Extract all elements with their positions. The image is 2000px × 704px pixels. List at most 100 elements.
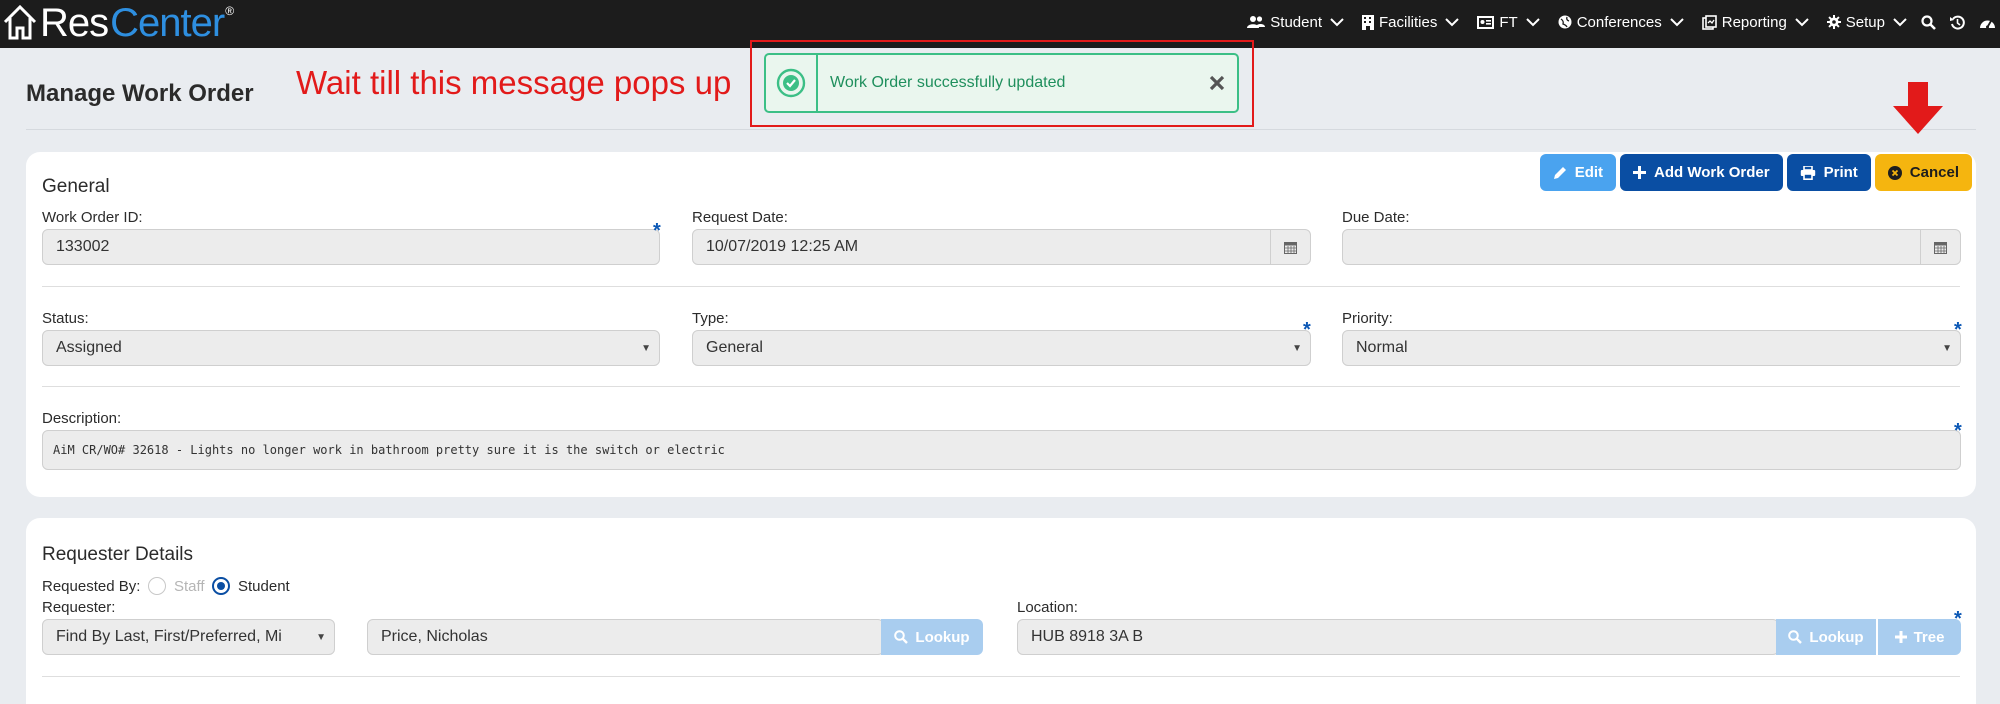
- search-icon: [1921, 14, 1936, 30]
- work-order-id-value: 133002: [56, 238, 110, 255]
- toast-close-button[interactable]: [1197, 75, 1237, 91]
- requester-name-value: Price, Nicholas: [381, 628, 488, 645]
- request-date-field[interactable]: 10/07/2019 12:25 AM: [692, 229, 1311, 265]
- add-work-order-button[interactable]: Add Work Order: [1620, 154, 1783, 191]
- rescenter-logo[interactable]: Res Center ®: [2, 2, 234, 44]
- add-work-order-label: Add Work Order: [1654, 164, 1770, 181]
- type-value: General: [706, 339, 763, 356]
- priority-label: Priority:: [1342, 310, 1393, 327]
- print-icon: [1800, 165, 1815, 180]
- requester-mode-select[interactable]: Find By Last, First/Preferred, Mi ▼: [42, 619, 335, 655]
- action-buttons: Edit Add Work Order Print Cancel: [1536, 154, 1972, 191]
- work-order-id-field[interactable]: 133002: [42, 229, 660, 265]
- plus-icon: [1894, 631, 1907, 643]
- location-field[interactable]: HUB 8918 3A B: [1017, 619, 1779, 655]
- search-icon: [894, 630, 909, 644]
- chevron-down-icon: [1893, 17, 1907, 26]
- edit-button[interactable]: Edit: [1539, 154, 1617, 191]
- requester-label: Requester:: [42, 599, 116, 616]
- staff-radio-label: Staff: [174, 578, 205, 595]
- requester-name-field[interactable]: Price, Nicholas: [367, 619, 884, 655]
- success-toast: Work Order successfully updated: [764, 53, 1239, 113]
- status-label: Status:: [42, 310, 89, 327]
- nav-reporting[interactable]: Reporting: [1701, 0, 1809, 44]
- dashboard-icon: [1980, 20, 1995, 28]
- description-value: AiM CR/WO# 32618 - Lights no longer work…: [53, 443, 725, 457]
- history-icon: [1950, 15, 1965, 30]
- nav-facilities[interactable]: Facilities: [1362, 0, 1460, 44]
- header-divider: [26, 129, 1976, 130]
- description-field[interactable]: AiM CR/WO# 32618 - Lights no longer work…: [42, 430, 1961, 470]
- work-order-id-label: Work Order ID:: [42, 209, 143, 226]
- nav-setup-label: Setup: [1845, 13, 1885, 31]
- priority-value: Normal: [1356, 339, 1408, 356]
- nav-conferences[interactable]: Conferences: [1558, 0, 1684, 44]
- nav-ft-label: FT: [1499, 13, 1518, 31]
- description-label: Description:: [42, 410, 122, 427]
- caret-down-icon: ▼: [1942, 343, 1952, 354]
- edit-button-label: Edit: [1574, 164, 1604, 181]
- chevron-down-icon: [1445, 17, 1460, 26]
- location-tree-label: Tree: [1913, 628, 1945, 646]
- nav-setup[interactable]: Setup: [1826, 0, 1907, 44]
- close-icon: [1209, 75, 1225, 91]
- nav-history-button[interactable]: [1950, 0, 1965, 44]
- nav-student[interactable]: Student: [1247, 0, 1344, 44]
- house-icon: [3, 4, 37, 40]
- caret-down-icon: ▼: [641, 343, 651, 354]
- caret-down-icon: ▼: [316, 632, 326, 643]
- chevron-down-icon: [1330, 17, 1344, 26]
- nav-search-button[interactable]: [1921, 0, 1936, 44]
- chevron-down-icon: [1525, 17, 1540, 26]
- id-card-icon: [1477, 15, 1495, 29]
- annotation-note: Wait till this message pops up: [296, 64, 732, 101]
- cancel-button-label: Cancel: [1909, 164, 1959, 181]
- status-select[interactable]: Assigned ▼: [42, 330, 660, 366]
- logo-registered-mark: ®: [225, 4, 235, 18]
- page-title: Manage Work Order: [26, 80, 254, 107]
- nav-conferences-label: Conferences: [1576, 13, 1662, 31]
- nav-student-label: Student: [1270, 13, 1322, 31]
- general-panel: General Edit Add Work Order Print Cancel…: [26, 152, 1976, 497]
- search-icon: [1788, 630, 1803, 644]
- toast-message: Work Order successfully updated: [830, 74, 1066, 91]
- request-date-label: Request Date:: [692, 209, 788, 226]
- caret-down-icon: ▼: [1292, 343, 1302, 354]
- requester-details-title: Requester Details: [42, 544, 194, 565]
- globe-icon: [1558, 15, 1572, 29]
- status-value: Assigned: [56, 339, 122, 356]
- chevron-down-icon: [1795, 17, 1809, 26]
- required-icon: *: [1954, 319, 1962, 341]
- print-button[interactable]: Print: [1786, 154, 1871, 191]
- check-circle-icon: [776, 68, 806, 98]
- nav-ft[interactable]: FT: [1477, 0, 1540, 44]
- section-divider: [42, 286, 1960, 287]
- required-icon: *: [653, 220, 661, 242]
- calendar-icon: [1284, 241, 1297, 254]
- staff-radio[interactable]: [148, 577, 166, 595]
- users-icon: [1247, 16, 1266, 28]
- student-radio[interactable]: [212, 577, 230, 595]
- logo-center-text: Center: [110, 1, 225, 45]
- gear-icon: [1826, 15, 1841, 29]
- requested-by-label: Requested By:: [42, 578, 141, 595]
- type-select[interactable]: General ▼: [692, 330, 1311, 366]
- nav-dashboard-button[interactable]: [1979, 0, 1996, 44]
- main-menu: Student Facilities FT Conferences Report…: [1229, 0, 1996, 44]
- section-divider: [42, 676, 1960, 677]
- red-arrow-annotation: [1893, 82, 1943, 134]
- requester-lookup-button[interactable]: Lookup: [881, 619, 983, 655]
- requester-mode-value: Find By Last, First/Preferred, Mi: [56, 628, 282, 645]
- location-label: Location:: [1017, 599, 1078, 616]
- location-lookup-label: Lookup: [1809, 628, 1864, 646]
- location-tree-button[interactable]: Tree: [1878, 619, 1961, 655]
- location-lookup-button[interactable]: Lookup: [1776, 619, 1876, 655]
- request-date-calendar-button[interactable]: [1270, 230, 1310, 264]
- due-date-calendar-button[interactable]: [1920, 230, 1960, 264]
- priority-select[interactable]: Normal ▼: [1342, 330, 1961, 366]
- report-icon: [1701, 14, 1717, 30]
- required-icon: *: [1954, 608, 1962, 630]
- location-value: HUB 8918 3A B: [1031, 628, 1144, 645]
- due-date-field[interactable]: [1342, 229, 1961, 265]
- cancel-button[interactable]: Cancel: [1874, 154, 1972, 191]
